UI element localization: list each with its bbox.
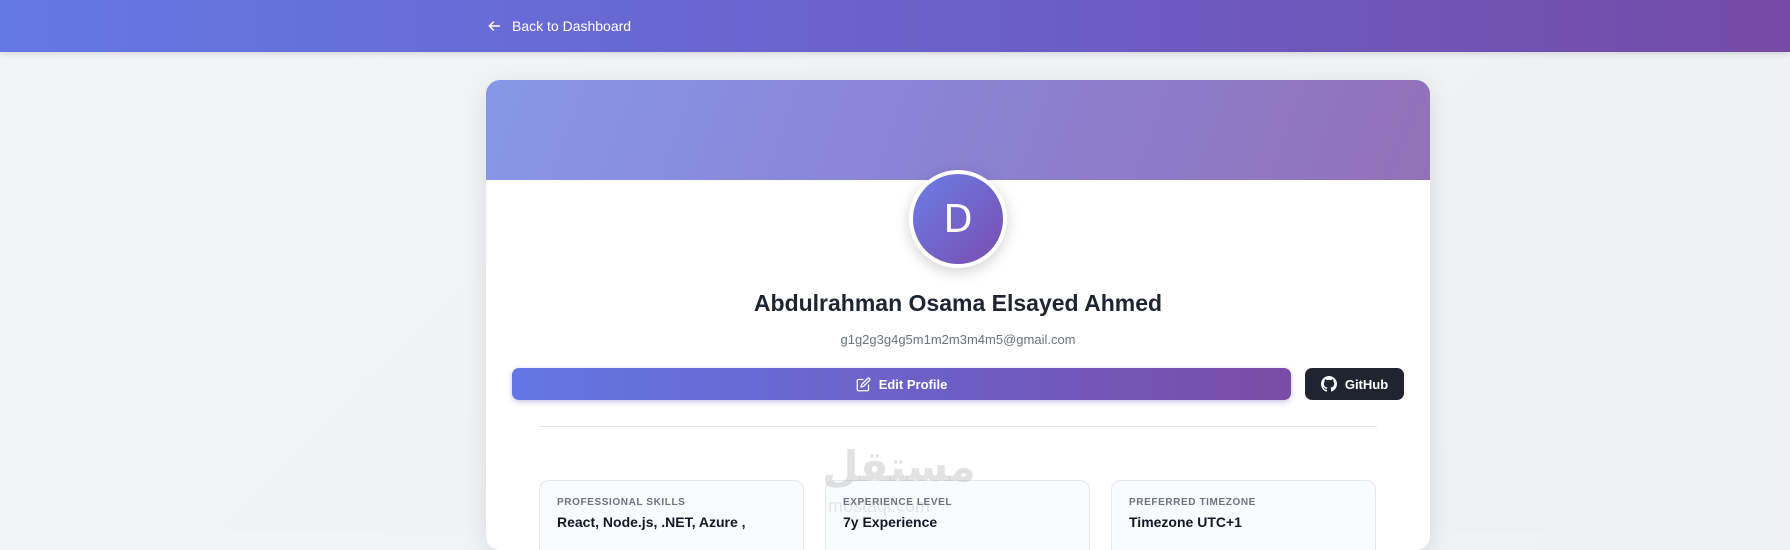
avatar-initial: D (943, 197, 973, 241)
preferred-timezone-label: PREFERRED TIMEZONE (1129, 497, 1256, 508)
back-to-dashboard-link[interactable]: Back to Dashboard (486, 13, 631, 39)
back-link-label: Back to Dashboard (512, 18, 632, 34)
professional-skills-value: React, Node.js, .NET, Azure , (557, 514, 746, 530)
profile-banner (486, 80, 1430, 180)
github-button[interactable]: GitHub (1305, 368, 1404, 400)
preferred-timezone-card: PREFERRED TIMEZONE Timezone UTC+1 (1111, 480, 1376, 550)
arrow-left-icon (488, 21, 501, 31)
section-divider (539, 426, 1377, 427)
edit-profile-label: Edit Profile (878, 376, 948, 392)
edit-profile-button[interactable]: Edit Profile (512, 368, 1291, 400)
professional-skills-label: PROFESSIONAL SKILLS (557, 497, 686, 508)
avatar: D (909, 170, 1007, 268)
preferred-timezone-value: Timezone UTC+1 (1129, 514, 1242, 530)
watermark-domain: mostaql.com (828, 496, 931, 516)
profile-email: g1g2g3g4g5m1m2m3m4m5@gmail.com (840, 332, 1076, 347)
edit-icon (856, 377, 871, 391)
watermark-logo: مستقل (822, 442, 976, 491)
top-navigation-bar: Back to Dashboard (0, 0, 1790, 52)
github-label: GitHub (1344, 376, 1389, 392)
profile-name: Abdulrahman Osama Elsayed Ahmed (753, 290, 1163, 316)
github-icon (1320, 376, 1337, 392)
professional-skills-card: PROFESSIONAL SKILLS React, Node.js, .NET… (539, 480, 804, 550)
